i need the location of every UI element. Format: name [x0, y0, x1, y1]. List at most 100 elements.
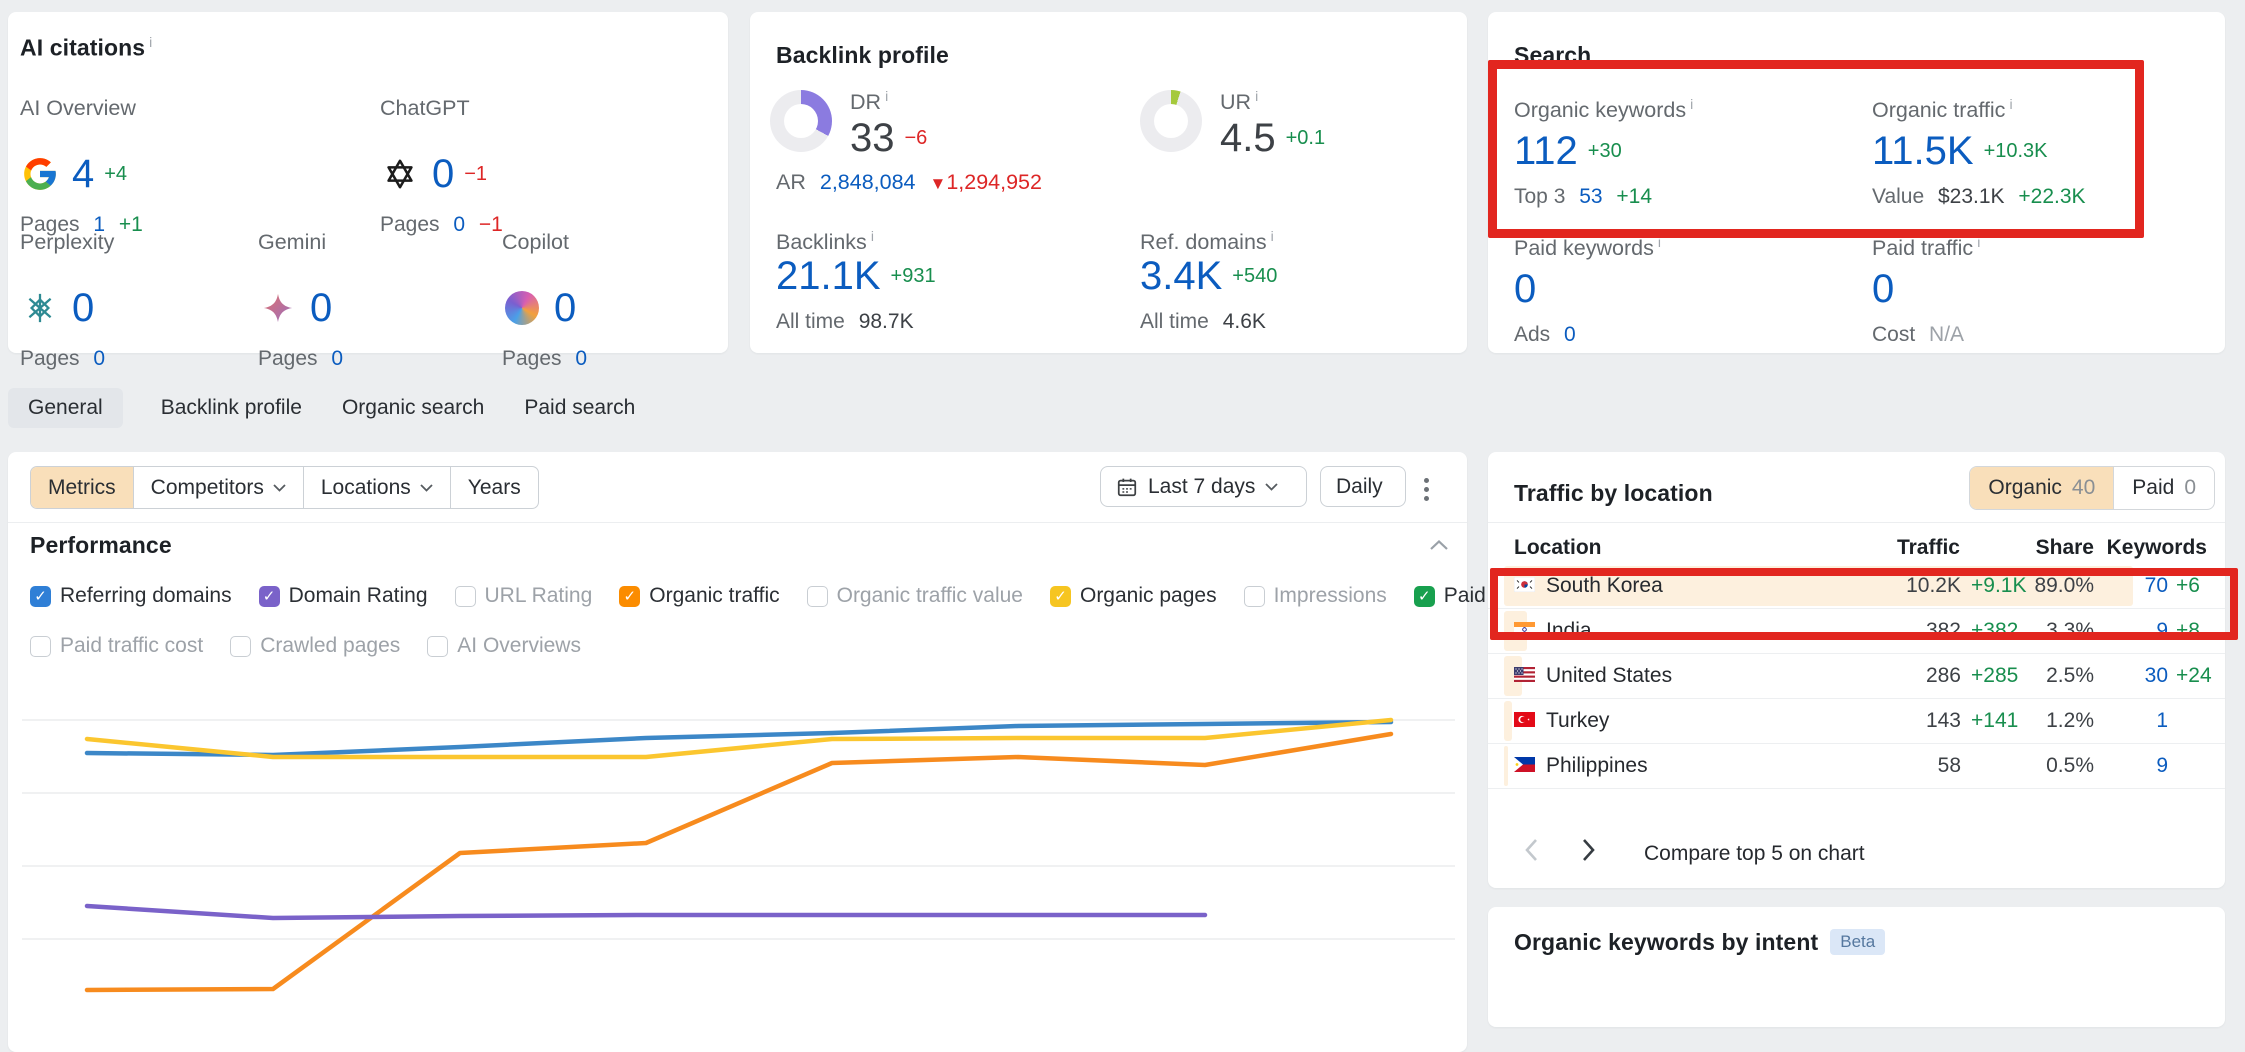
- info-icon[interactable]: i: [1690, 96, 1693, 112]
- checkbox-checked-icon[interactable]: ✓: [1414, 586, 1435, 607]
- ar-line: AR 2,848,084 ▼1,294,952: [776, 170, 1042, 195]
- pages-line: Pages 0: [258, 347, 343, 371]
- location-name[interactable]: United States: [1546, 664, 1672, 688]
- info-icon[interactable]: i: [149, 34, 152, 50]
- tab-organic-search[interactable]: Organic search: [340, 388, 486, 428]
- organic-traffic-value[interactable]: 11.5K: [1872, 131, 1974, 171]
- location-row-india[interactable]: India382+3823.3%9+8: [1488, 609, 2225, 654]
- location-name[interactable]: Turkey: [1546, 709, 1609, 733]
- backlinks-alltime: All time 98.7K: [776, 310, 914, 334]
- ai-citations-title: AI citationsi: [20, 34, 152, 62]
- checkbox-checked-icon[interactable]: ✓: [259, 586, 280, 607]
- toggle-organic[interactable]: Organic40: [1970, 467, 2113, 509]
- keywords-delta: +6: [2176, 574, 2200, 598]
- checkbox-domain-rating[interactable]: ✓Domain Rating: [259, 584, 428, 608]
- checkbox-url-rating[interactable]: URL Rating: [455, 584, 593, 608]
- checkbox-unchecked-icon[interactable]: [427, 636, 448, 657]
- more-options-menu[interactable]: [1418, 472, 1435, 507]
- pages-line: Pages 0 −1: [380, 213, 503, 237]
- segment-metrics[interactable]: Metrics: [31, 467, 134, 508]
- date-range-button[interactable]: Last 7 days: [1100, 466, 1307, 507]
- checkbox-checked-icon[interactable]: ✓: [619, 586, 640, 607]
- checkbox-unchecked-icon[interactable]: [230, 636, 251, 657]
- keywords-value[interactable]: 70: [2145, 574, 2168, 598]
- checkbox-organic-traffic[interactable]: ✓Organic traffic: [619, 584, 779, 608]
- location-name[interactable]: South Korea: [1546, 574, 1663, 598]
- metric-value[interactable]: 0: [554, 288, 576, 328]
- share-bar: [1504, 701, 1512, 741]
- traffic-value: 58: [1938, 754, 1961, 778]
- location-row-south-korea[interactable]: South Korea10.2K+9.1K89.0%70+6: [1488, 564, 2225, 609]
- paid-traffic-value[interactable]: 0: [1872, 269, 1894, 309]
- next-page-icon[interactable]: [1582, 838, 1596, 862]
- metric-value[interactable]: 4: [72, 154, 94, 194]
- ar-value[interactable]: 2,848,084: [820, 170, 916, 194]
- checkbox-organic-pages[interactable]: ✓Organic pages: [1050, 584, 1217, 608]
- info-icon[interactable]: i: [885, 88, 888, 104]
- metric-value[interactable]: 0: [310, 288, 332, 328]
- tab-backlink-profile[interactable]: Backlink profile: [159, 388, 304, 428]
- location-row-united-states[interactable]: United States286+2852.5%30+24: [1488, 654, 2225, 699]
- backlinks-value[interactable]: 21.1K: [776, 256, 881, 296]
- keywords-value[interactable]: 30: [2145, 664, 2168, 688]
- segment-years[interactable]: Years: [451, 467, 538, 508]
- collapse-section-icon[interactable]: [1430, 540, 1448, 550]
- location-row-philippines[interactable]: Philippines580.5%9: [1488, 744, 2225, 789]
- compare-top5-link[interactable]: Compare top 5 on chart: [1644, 842, 1865, 866]
- traffic-delta: +141: [1971, 709, 2018, 733]
- performance-line-chart[interactable]: [8, 690, 1467, 1030]
- ref-domains-value[interactable]: 3.4K: [1140, 256, 1222, 296]
- segment-locations[interactable]: Locations: [304, 467, 451, 508]
- toggle-paid[interactable]: Paid0: [2113, 467, 2214, 509]
- metric-delta: −1: [464, 163, 487, 186]
- checkbox-crawled-pages[interactable]: Crawled pages: [230, 634, 400, 658]
- checkbox-impressions[interactable]: Impressions: [1244, 584, 1387, 608]
- checkbox-label: Crawled pages: [260, 634, 400, 658]
- metric-value[interactable]: 0: [432, 154, 454, 194]
- checkbox-ai-overviews[interactable]: AI Overviews: [427, 634, 581, 658]
- checkbox-organic-traffic-value[interactable]: Organic traffic value: [807, 584, 1023, 608]
- performance-title: Performance: [30, 532, 172, 559]
- tab-general[interactable]: General: [8, 388, 123, 428]
- checkbox-unchecked-icon[interactable]: [1244, 586, 1265, 607]
- granularity-button[interactable]: Daily: [1320, 466, 1406, 507]
- paid-keywords-value[interactable]: 0: [1514, 269, 1536, 309]
- previous-page-icon[interactable]: [1524, 838, 1538, 862]
- keywords-value[interactable]: 9: [2156, 754, 2168, 778]
- info-icon[interactable]: i: [2009, 96, 2012, 112]
- location-row-turkey[interactable]: Turkey143+1411.2%1: [1488, 699, 2225, 744]
- info-icon[interactable]: i: [1977, 234, 1980, 250]
- segment-competitors[interactable]: Competitors: [134, 467, 304, 508]
- keywords-value[interactable]: 1: [2156, 709, 2168, 733]
- location-name[interactable]: Philippines: [1546, 754, 1648, 778]
- checkbox-label: URL Rating: [485, 584, 593, 608]
- paid-keywords-metric: Paid keywordsi 0 Ads 0: [1514, 234, 1661, 347]
- traffic-delta: +285: [1971, 664, 2018, 688]
- share-bar: [1504, 746, 1508, 786]
- location-name[interactable]: India: [1546, 619, 1592, 643]
- info-icon[interactable]: i: [1255, 88, 1258, 104]
- traffic-value: 286: [1926, 664, 1961, 688]
- checkbox-unchecked-icon[interactable]: [30, 636, 51, 657]
- chart-line-organic-traffic: [87, 734, 1391, 990]
- checkbox-checked-icon[interactable]: ✓: [1050, 586, 1071, 607]
- chatgpt-metric: ChatGPT 0 −1 Pages 0 −1: [380, 96, 503, 237]
- checkbox-unchecked-icon[interactable]: [807, 586, 828, 607]
- info-icon[interactable]: i: [1658, 234, 1661, 250]
- tab-paid-search[interactable]: Paid search: [522, 388, 637, 428]
- organic-keywords-value[interactable]: 112: [1514, 131, 1578, 171]
- info-icon[interactable]: i: [871, 228, 874, 244]
- toolbar-divider: [8, 522, 1467, 523]
- column-location: Location: [1514, 536, 1602, 560]
- perplexity-icon: [20, 288, 60, 328]
- keywords-value[interactable]: 9: [2156, 619, 2168, 643]
- checkbox-checked-icon[interactable]: ✓: [30, 586, 51, 607]
- metric-label: Copilot: [502, 230, 587, 255]
- checkbox-referring-domains[interactable]: ✓Referring domains: [30, 584, 232, 608]
- checkbox-paid-traffic-cost[interactable]: Paid traffic cost: [30, 634, 203, 658]
- traffic-header-divider: [1488, 522, 2225, 523]
- traffic-value: 143: [1926, 709, 1961, 733]
- info-icon[interactable]: i: [1271, 228, 1274, 244]
- metric-value[interactable]: 0: [72, 288, 94, 328]
- checkbox-unchecked-icon[interactable]: [455, 586, 476, 607]
